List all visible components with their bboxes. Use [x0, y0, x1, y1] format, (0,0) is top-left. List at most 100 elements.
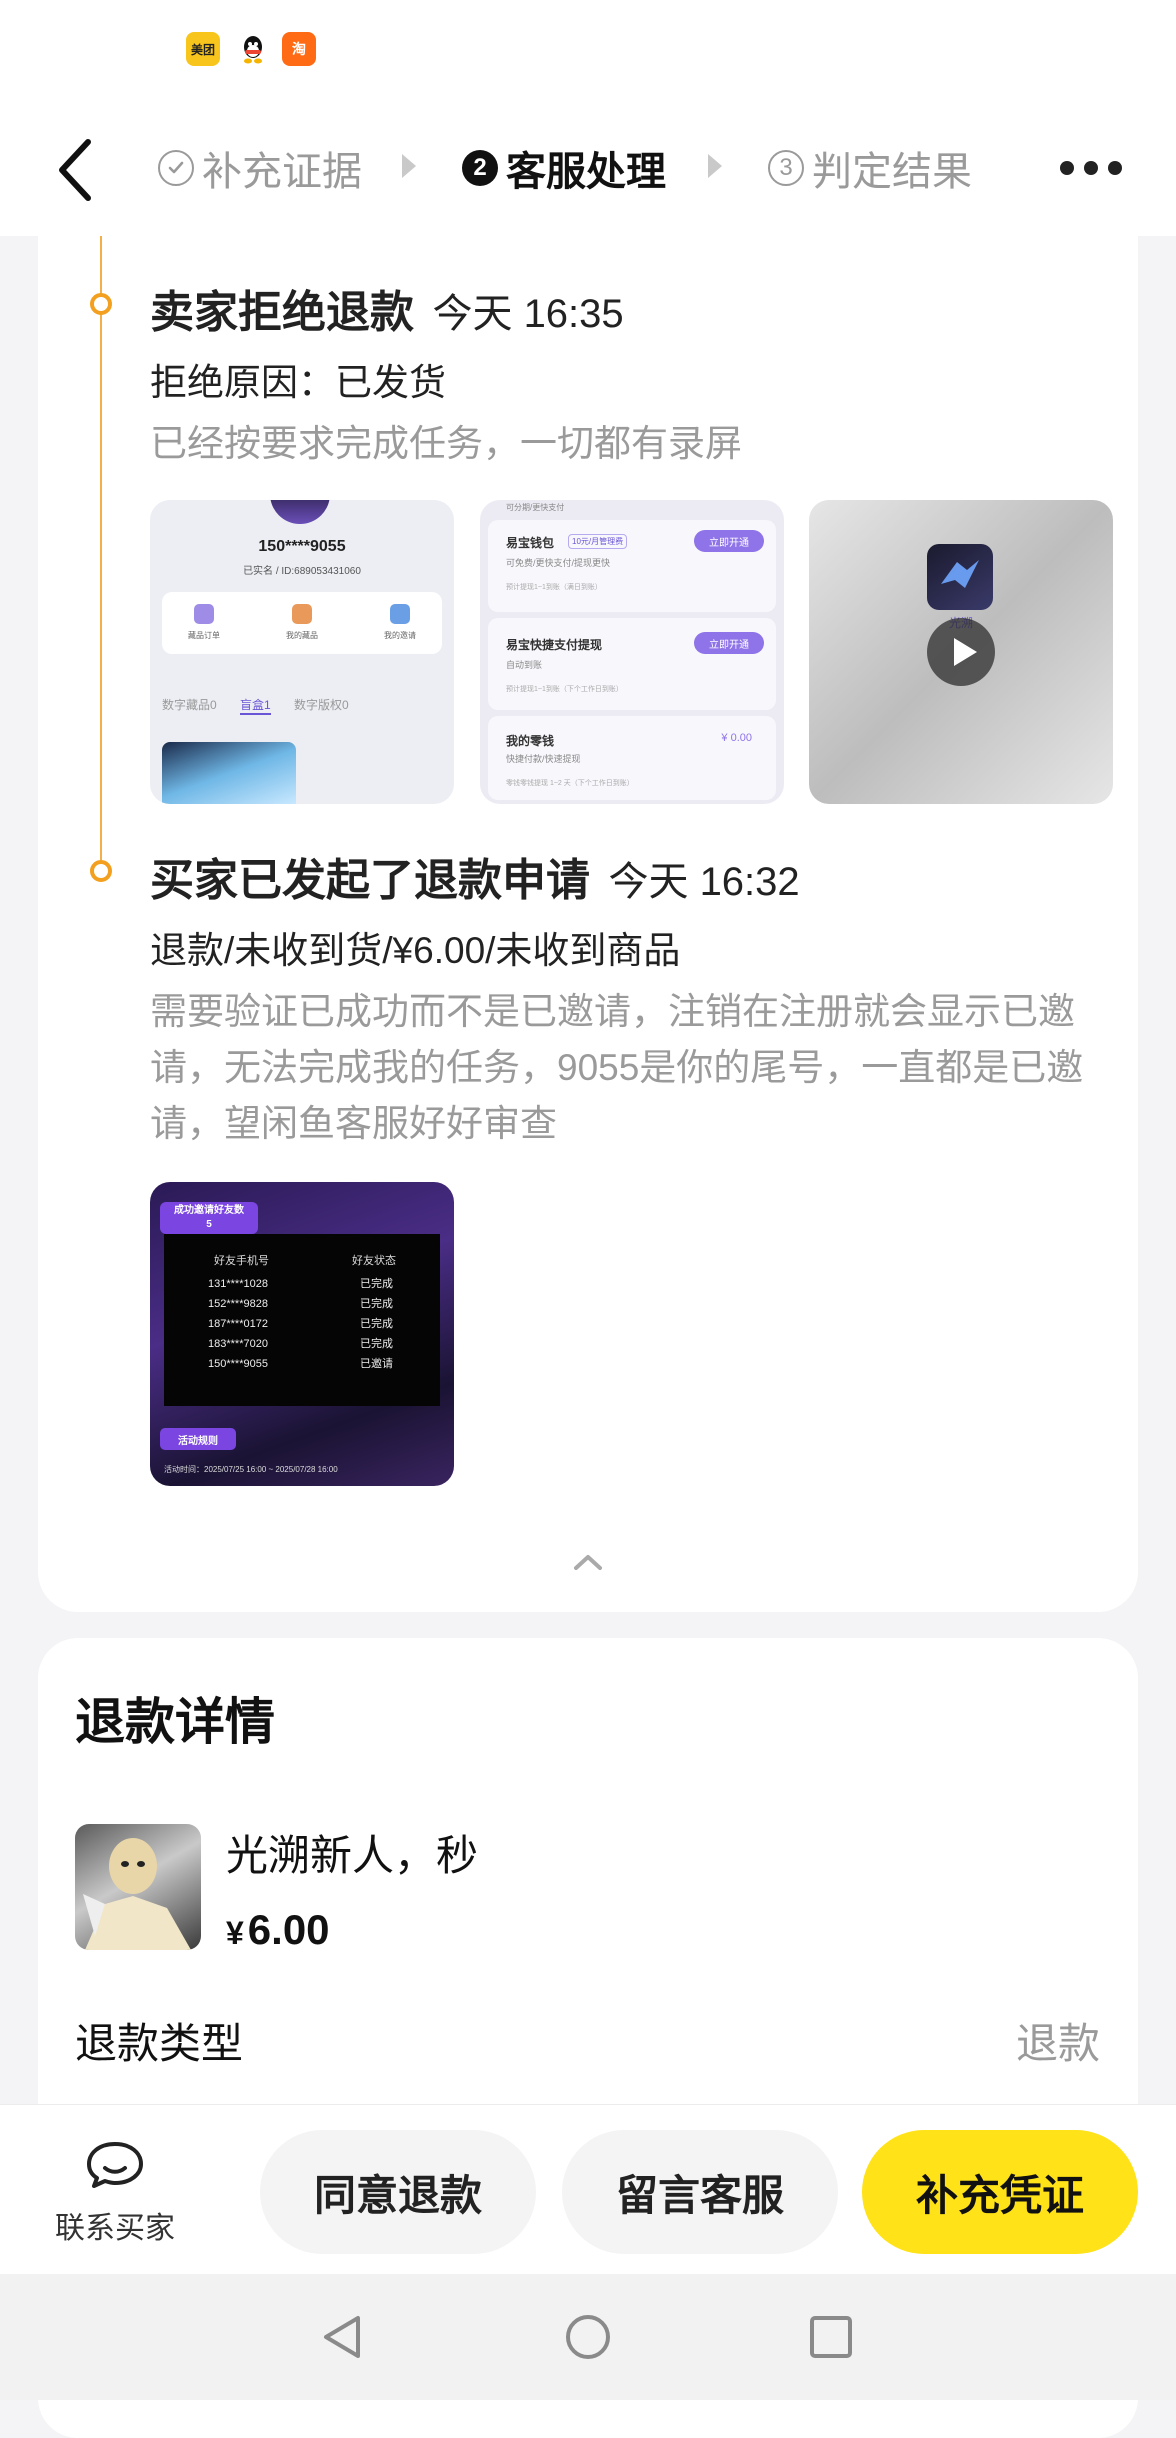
- row-tag: 10元/月管理费: [568, 534, 628, 549]
- table-cell: 150****9055: [208, 1358, 268, 1370]
- collapse-chevron-icon[interactable]: [570, 1548, 606, 1576]
- step-arrow-icon: [708, 154, 722, 178]
- row-note: 零钱零钱提现 1~2 天（下个工作日到账）: [506, 780, 634, 787]
- table-cell: 已完成: [360, 1298, 393, 1310]
- refund-type-value: 退款: [1015, 2020, 1100, 2067]
- avatar: [270, 500, 330, 524]
- contact-buyer-label: 联系买家: [55, 2212, 175, 2245]
- contact-buyer-button[interactable]: 联系买家: [50, 2138, 180, 2248]
- refund-detail-title: 退款详情: [75, 1694, 275, 1750]
- more-dot: [1060, 161, 1074, 175]
- agree-refund-button[interactable]: 同意退款: [260, 2130, 536, 2254]
- timeline-dot: [90, 293, 112, 315]
- more-dot: [1108, 161, 1122, 175]
- evidence-video[interactable]: 光溯: [809, 500, 1113, 804]
- meituan-app-icon: 美团: [186, 32, 220, 66]
- table-cell: 已邀请: [360, 1358, 393, 1370]
- step-number: 2: [462, 150, 498, 186]
- back-button[interactable]: [46, 130, 106, 210]
- chat-bubble-icon: [87, 2142, 143, 2188]
- event-description: 需要验证已成功而不是已邀请，注销在注册就会显示已邀请，无法完成我的任务，9055…: [150, 991, 1084, 1144]
- table-cell: 已完成: [360, 1318, 393, 1330]
- evidence-image[interactable]: 可分期/更快支付 易宝钱包 10元/月管理费 可免费/更快支付/提现更快 预计提…: [480, 500, 784, 804]
- tab-label: 盲盒1: [240, 696, 271, 715]
- message-service-button[interactable]: 留言客服: [562, 2130, 838, 2254]
- row-note: 预计提现1~1到账（满日到账）: [506, 584, 602, 591]
- collection-icon: [292, 604, 312, 624]
- supplement-evidence-button[interactable]: 补充凭证: [862, 2130, 1138, 2254]
- row-sub: 可免费/更快支付/提现更快: [506, 558, 611, 568]
- shortcut-label: 我的邀请: [384, 631, 416, 640]
- step-label: 客服处理: [506, 150, 666, 194]
- invite-icon: [390, 604, 410, 624]
- step-label: 补充证据: [202, 150, 362, 194]
- refund-type-label: 退款类型: [75, 2020, 244, 2067]
- step-label: 判定结果: [812, 150, 972, 194]
- friend-table: 好友手机号 好友状态 131****1028 152****9828 187**…: [164, 1234, 440, 1406]
- table-cell: 已完成: [360, 1338, 393, 1350]
- check-circle-icon: [158, 150, 194, 186]
- event-time: 今天 16:35: [432, 292, 624, 336]
- order-icon: [194, 604, 214, 624]
- row-sub: 快捷付款/快速提现: [506, 754, 581, 764]
- nav-recents-icon[interactable]: [806, 2312, 856, 2362]
- step-result: 3 判定结果: [768, 140, 972, 196]
- account-id: 已实名 / ID:689053431060: [243, 566, 361, 577]
- evidence-image[interactable]: 150****9055 已实名 / ID:689053431060 藏品订单 我…: [150, 500, 454, 804]
- event-reason: 退款/未收到货/¥6.00/未收到商品: [150, 930, 681, 971]
- nav-home-icon[interactable]: [563, 2312, 613, 2362]
- currency-symbol: ¥: [226, 1915, 244, 1951]
- table-cell: 183****7020: [208, 1338, 268, 1350]
- open-button: 立即开通: [694, 632, 764, 654]
- shortcut-panel: 藏品订单 我的藏品 我的邀请: [162, 592, 442, 654]
- timeline-event-title: 买家已发起了退款申请 今天 16:32: [150, 844, 800, 908]
- badge-count: 5: [206, 1219, 212, 1230]
- app-logo: [927, 544, 993, 610]
- table-cell: 已完成: [360, 1278, 393, 1290]
- collectible-image: [162, 742, 296, 804]
- price-value: 6.00: [247, 1906, 330, 1953]
- more-options-button[interactable]: [1060, 150, 1140, 186]
- row-sub: 自动到账: [506, 660, 543, 670]
- play-icon: [927, 618, 995, 686]
- product-image[interactable]: [75, 1824, 201, 1950]
- step-number: 3: [768, 150, 804, 186]
- nav-back-icon[interactable]: [318, 2312, 368, 2362]
- activity-period: 活动时间：2025/07/25 16:00 ~ 2025/07/28 16:00: [164, 1465, 338, 1474]
- masked-phone: 150****9055: [258, 538, 346, 555]
- event-description: 已经按要求完成任务，一切都有录屏: [150, 423, 742, 464]
- table-cell: 187****0172: [208, 1318, 268, 1330]
- status-bar: [0, 0, 1176, 100]
- timeline-line: [100, 236, 102, 870]
- table-cell: 131****1028: [208, 1278, 268, 1290]
- table-cell: 152****9828: [208, 1298, 268, 1310]
- timeline-event-title: 卖家拒绝退款 今天 16:35: [150, 276, 624, 340]
- step-customer-service: 2 客服处理: [462, 140, 666, 196]
- row-title: 易宝快捷支付提现: [506, 638, 603, 652]
- qq-app-icon: [236, 32, 270, 66]
- timeline-dot: [90, 860, 112, 882]
- row-amount: ¥ 0.00: [721, 732, 752, 744]
- shortcut-label: 我的藏品: [286, 631, 318, 640]
- event-reason: 拒绝原因：已发货: [150, 362, 446, 403]
- product-name: 光溯新人，秒: [226, 1832, 479, 1879]
- taobao-app-icon: 淘: [282, 32, 316, 66]
- tab-label: 数字藏品0: [162, 698, 217, 712]
- open-button: 立即开通: [694, 530, 764, 552]
- event-title: 卖家拒绝退款: [150, 288, 414, 337]
- shortcut-label: 藏品订单: [188, 631, 220, 640]
- badge-label: 成功邀请好友数: [174, 1205, 244, 1216]
- row-note: 预计提现1~1到账（下个工作日到账）: [506, 686, 623, 693]
- event-title: 买家已发起了退款申请: [150, 856, 590, 905]
- row-title: 易宝钱包: [506, 536, 555, 550]
- evidence-image[interactable]: 成功邀请好友数 5 好友手机号 好友状态 131****1028 152****…: [150, 1182, 454, 1486]
- wallet-row: 易宝钱包 10元/月管理费 可免费/更快支付/提现更快 预计提现1~1到账（满日…: [488, 520, 776, 612]
- step-supplement-evidence: 补充证据: [158, 140, 362, 196]
- event-time: 今天 16:32: [608, 860, 800, 904]
- status-column: 已完成 已完成 已完成 已完成 已邀请: [360, 1274, 393, 1374]
- invite-count-badge: 成功邀请好友数 5: [160, 1202, 258, 1234]
- phone-column: 131****1028 152****9828 187****0172 183*…: [208, 1274, 268, 1374]
- step-arrow-icon: [402, 154, 416, 178]
- tab-label: 数字版权0: [294, 698, 349, 712]
- product-price: ¥6.00: [226, 1906, 330, 1954]
